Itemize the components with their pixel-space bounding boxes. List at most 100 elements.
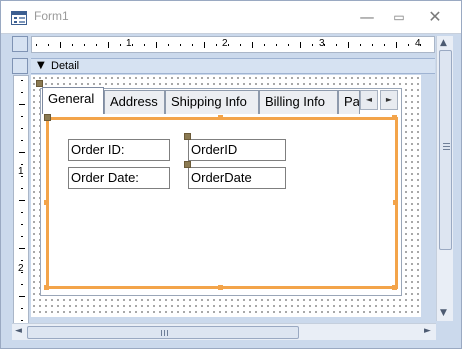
- ruler-tick: [156, 42, 157, 48]
- resize-handle[interactable]: [392, 115, 397, 120]
- ruler-tick: [84, 44, 85, 46]
- vertical-scroll-thumb[interactable]: [439, 50, 452, 250]
- grid-margin: [421, 75, 435, 317]
- ruler-tick: [120, 44, 121, 46]
- ruler-tick: [21, 128, 23, 129]
- ruler-tick: [21, 116, 23, 117]
- resize-handle[interactable]: [218, 115, 223, 120]
- resize-handle[interactable]: [392, 285, 397, 290]
- ruler-tick: [168, 44, 169, 46]
- ruler-tick: [21, 164, 23, 165]
- ruler-tick: [21, 188, 23, 189]
- tab-partial[interactable]: Pa: [338, 90, 360, 114]
- tab-billing-info[interactable]: Billing Info: [259, 90, 338, 114]
- ruler-number: 2: [222, 38, 228, 49]
- ruler-tick: [96, 44, 97, 46]
- collapse-arrow-icon[interactable]: ▼: [37, 59, 45, 73]
- arrow-right-icon: ►: [385, 95, 393, 104]
- close-icon: ✕: [428, 7, 442, 26]
- ruler-tick: [180, 44, 181, 46]
- control-move-handle[interactable]: [184, 161, 191, 168]
- form-selector[interactable]: [12, 36, 28, 52]
- minimize-button[interactable]: —: [353, 5, 381, 29]
- horizontal-scroll-thumb[interactable]: [27, 326, 299, 339]
- tab-scroll-left-button[interactable]: ◄: [360, 90, 378, 110]
- scroll-up-icon[interactable]: ▲: [440, 38, 447, 48]
- maximize-button[interactable]: ▭: [385, 5, 413, 29]
- vertical-ruler[interactable]: 1 2: [13, 75, 29, 325]
- ruler-tick: [204, 42, 205, 48]
- ruler-tick: [21, 176, 23, 177]
- ruler-tick: [21, 80, 23, 81]
- ruler-tick: [21, 92, 23, 93]
- section-label: Detail: [51, 60, 80, 72]
- ruler-tick: [19, 200, 25, 201]
- ruler-tick: [36, 44, 37, 46]
- ruler-tick: [300, 42, 301, 48]
- scroll-left-icon[interactable]: ◄: [15, 326, 22, 336]
- ruler-tick: [60, 42, 61, 48]
- horizontal-scrollbar[interactable]: ◄ ►: [12, 323, 436, 340]
- tab-scroll-right-button[interactable]: ►: [380, 90, 398, 110]
- close-button[interactable]: ✕: [421, 5, 449, 29]
- detail-section-bar[interactable]: ▼ Detail: [31, 58, 435, 74]
- control-move-handle[interactable]: [184, 133, 191, 140]
- ruler-tick: [228, 44, 229, 46]
- horizontal-ruler[interactable]: 1 2 3 4: [31, 36, 435, 53]
- ruler-tick: [216, 44, 217, 46]
- ruler-tick: [48, 44, 49, 46]
- tab-address[interactable]: Address: [104, 90, 165, 114]
- order-id-textbox[interactable]: OrderID: [188, 139, 286, 161]
- ruler-tick: [384, 44, 385, 46]
- ruler-tick: [420, 44, 421, 46]
- vertical-scrollbar[interactable]: ▲ ▼: [436, 36, 453, 321]
- ruler-tick: [144, 44, 145, 46]
- form-icon: [11, 11, 27, 25]
- ruler-tick: [21, 224, 23, 225]
- tab-shipping-info[interactable]: Shipping Info: [165, 90, 259, 114]
- window-title: Form1: [34, 9, 69, 23]
- page-move-handle[interactable]: [44, 114, 51, 121]
- ruler-tick: [108, 42, 109, 48]
- ruler-tick: [19, 104, 25, 105]
- ruler-tick: [21, 284, 23, 285]
- order-date-label[interactable]: Order Date:: [68, 167, 170, 189]
- ruler-tick: [19, 296, 25, 297]
- title-bar[interactable]: Form1 — ▭ ✕: [1, 1, 461, 34]
- resize-handle[interactable]: [44, 285, 49, 290]
- form-design-window: Form1 — ▭ ✕ 1 2 3 4 ▼ Detail 1 2 General…: [0, 0, 462, 349]
- ruler-tick: [396, 42, 397, 48]
- ruler-tick: [21, 308, 23, 309]
- ruler-tick: [372, 44, 373, 46]
- ruler-tick: [19, 152, 25, 153]
- resize-handle[interactable]: [218, 285, 223, 290]
- ruler-tick: [21, 272, 23, 273]
- ruler-tick: [312, 44, 313, 46]
- ruler-tick: [324, 44, 325, 46]
- ruler-tick: [21, 140, 23, 141]
- ruler-tick: [276, 44, 277, 46]
- ruler-tick: [19, 248, 25, 249]
- ruler-tick: [21, 320, 23, 321]
- ruler-tick: [21, 236, 23, 237]
- scroll-down-icon[interactable]: ▼: [440, 308, 447, 318]
- section-selector[interactable]: [12, 58, 28, 74]
- ruler-tick: [240, 44, 241, 46]
- ruler-tick: [264, 44, 265, 46]
- arrow-left-icon: ◄: [365, 95, 373, 104]
- ruler-tick: [288, 44, 289, 46]
- ruler-tick: [21, 212, 23, 213]
- tab-general[interactable]: General: [42, 87, 104, 114]
- ruler-tick: [192, 44, 193, 46]
- move-handle[interactable]: [36, 80, 43, 87]
- ruler-tick: [408, 44, 409, 46]
- ruler-tick: [72, 44, 73, 46]
- order-id-label[interactable]: Order ID:: [68, 139, 170, 161]
- resize-handle[interactable]: [393, 200, 398, 205]
- order-date-textbox[interactable]: OrderDate: [188, 167, 286, 189]
- ruler-number: 1: [126, 38, 132, 49]
- scroll-right-icon[interactable]: ►: [424, 326, 431, 336]
- ruler-tick: [348, 42, 349, 48]
- resize-handle[interactable]: [44, 200, 49, 205]
- ruler-tick: [132, 44, 133, 46]
